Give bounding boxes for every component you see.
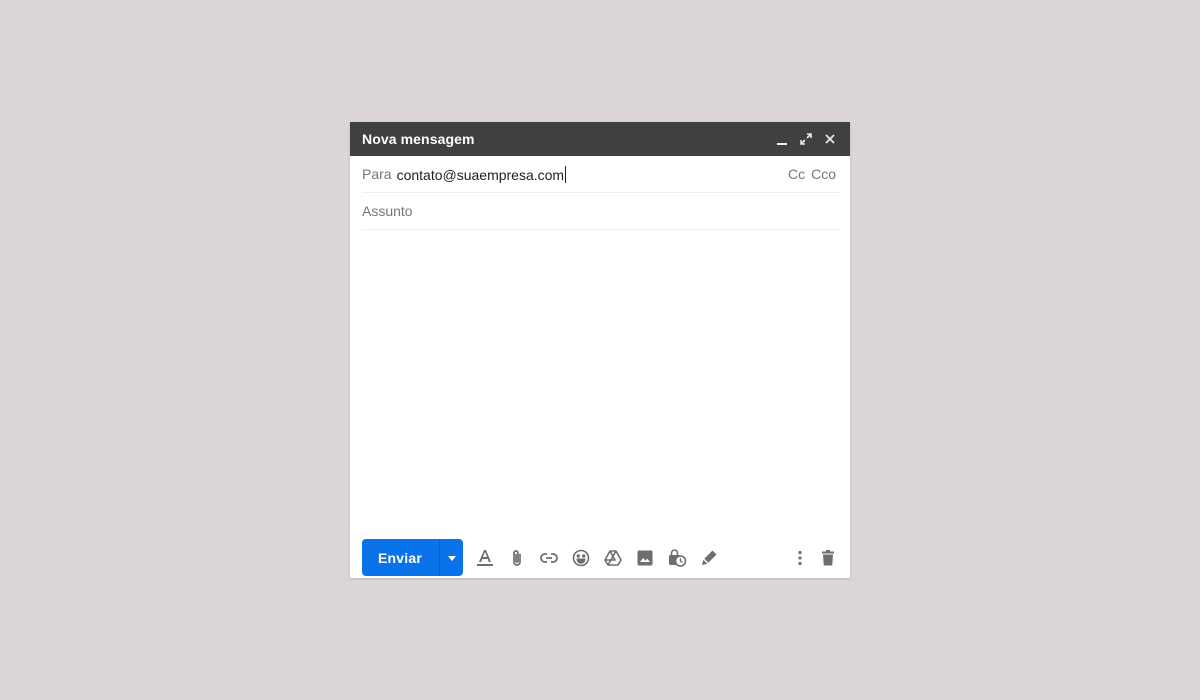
to-row: Para contato@suaempresa.com Cc Cco <box>362 156 840 193</box>
expand-icon[interactable] <box>794 127 818 151</box>
send-button-group: Enviar <box>362 539 463 576</box>
compose-toolbar: Enviar <box>362 539 840 576</box>
link-icon[interactable] <box>537 546 561 570</box>
more-options-icon[interactable] <box>788 546 812 570</box>
compose-window: Nova mensagem Para contato@suaempresa.co… <box>350 122 850 578</box>
drive-icon[interactable] <box>601 546 625 570</box>
close-icon[interactable] <box>818 127 842 151</box>
chevron-down-icon <box>447 555 456 561</box>
subject-input[interactable] <box>362 203 840 219</box>
message-body[interactable] <box>362 230 840 518</box>
cc-link[interactable]: Cc <box>788 166 805 182</box>
attach-icon[interactable] <box>505 546 529 570</box>
text-cursor <box>565 165 567 183</box>
send-button[interactable]: Enviar <box>362 539 439 576</box>
discard-icon[interactable] <box>816 546 840 570</box>
signature-icon[interactable] <box>697 546 721 570</box>
subject-row <box>362 193 840 230</box>
compose-title: Nova mensagem <box>362 131 475 147</box>
emoji-icon[interactable] <box>569 546 593 570</box>
photo-icon[interactable] <box>633 546 657 570</box>
to-field[interactable]: contato@suaempresa.com <box>396 165 788 183</box>
format-text-icon[interactable] <box>473 546 497 570</box>
to-field-value: contato@suaempresa.com <box>396 166 565 183</box>
compose-titlebar[interactable]: Nova mensagem <box>350 122 850 156</box>
minimize-icon[interactable] <box>770 127 794 151</box>
confidential-mode-icon[interactable] <box>665 546 689 570</box>
to-label: Para <box>362 166 392 182</box>
send-options-button[interactable] <box>440 539 463 576</box>
bcc-link[interactable]: Cco <box>811 166 836 182</box>
